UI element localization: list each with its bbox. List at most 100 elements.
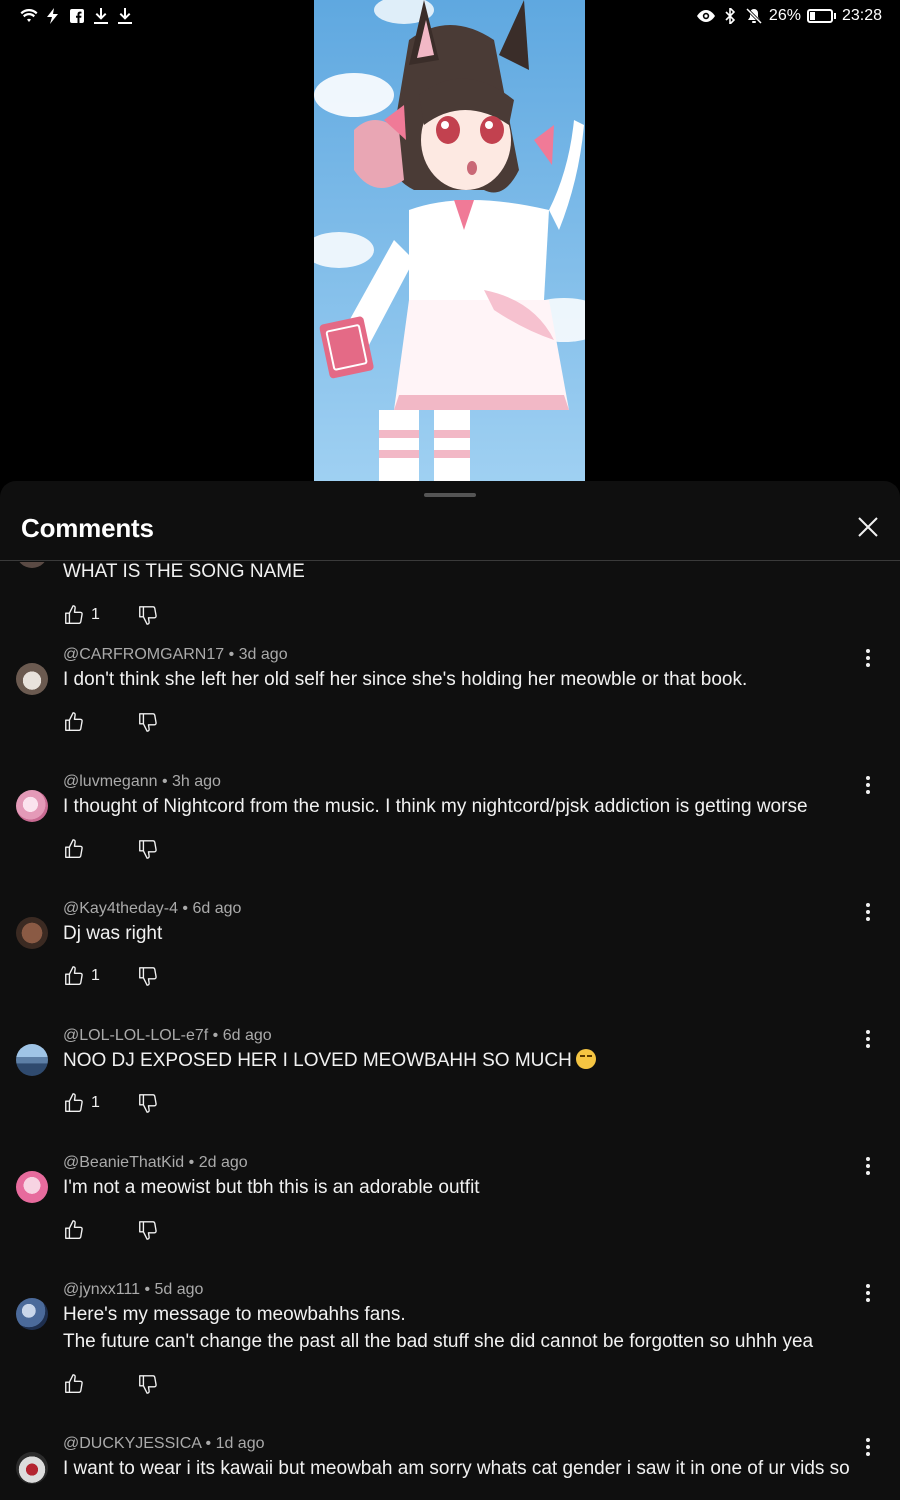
- comment-age: 1d ago: [215, 1435, 265, 1452]
- avatar[interactable]: [16, 1171, 48, 1203]
- comment-age: 6d ago: [222, 1027, 272, 1044]
- crying-face-emoji: [575, 1049, 596, 1069]
- comment-meta: @DUCKYJESSICA • 1d ago: [63, 1435, 265, 1452]
- comment-meta: @CARFROMGARN17 • 3d ago: [63, 646, 288, 663]
- comment-text: I want to wear i its kawaii but meowbah …: [63, 1458, 850, 1479]
- comment-text: Here's my message to meowbahhs fans.: [63, 1304, 406, 1325]
- close-icon: [858, 517, 878, 537]
- like-button[interactable]: [63, 711, 137, 733]
- download-icon: [116, 7, 134, 25]
- comment-author[interactable]: @LOL-LOL-LOL-e7f: [63, 1027, 208, 1044]
- thumbs-up-icon: [65, 712, 83, 731]
- battery-percent: 26%: [768, 7, 801, 24]
- avatar[interactable]: [16, 1298, 48, 1330]
- comment-age: 5d ago: [154, 1281, 204, 1298]
- status-right-icons: 26% 23:28: [696, 7, 882, 25]
- avatar[interactable]: [16, 1044, 48, 1076]
- like-button[interactable]: [63, 1219, 137, 1241]
- comment-actions: 1: [63, 603, 159, 627]
- comment: @BeanieThatKid • 2d ago I'm not a meowis…: [0, 1154, 900, 1295]
- dislike-button[interactable]: [137, 965, 159, 987]
- thumbs-up-icon: [65, 839, 83, 858]
- comment-text: I'm not a meowist but tbh this is an ado…: [63, 1177, 480, 1198]
- comment-author[interactable]: @luvmegann: [63, 773, 158, 790]
- facebook-icon: [68, 7, 86, 25]
- more-options-button[interactable]: [860, 1281, 876, 1305]
- avatar[interactable]: [16, 790, 48, 822]
- clock: 23:28: [841, 7, 882, 24]
- thumbs-down-icon: [139, 606, 157, 625]
- video-frame[interactable]: [314, 0, 585, 482]
- comment-author[interactable]: @Kay4theday-4: [63, 900, 178, 917]
- dislike-button[interactable]: [137, 604, 159, 626]
- comment-author[interactable]: @jynxx111: [63, 1281, 140, 1298]
- comment-meta: @Kay4theday-4 • 6d ago: [63, 900, 242, 917]
- more-options-button[interactable]: [860, 1027, 876, 1051]
- flash-icon: [44, 7, 62, 25]
- dislike-button[interactable]: [137, 838, 159, 860]
- avatar[interactable]: [16, 917, 48, 949]
- comment-author[interactable]: @BeanieThatKid: [63, 1154, 184, 1171]
- status-left-icons: [20, 7, 134, 25]
- comment-age: 6d ago: [192, 900, 242, 917]
- thumbs-down-icon: [139, 1221, 157, 1240]
- avatar[interactable]: [16, 663, 48, 695]
- like-button[interactable]: 1: [63, 604, 137, 626]
- more-options-button[interactable]: [860, 646, 876, 670]
- comment-text: I thought of Nightcord from the music. I…: [63, 796, 808, 817]
- thumbs-down-icon: [139, 713, 157, 732]
- thumbs-up-icon: [65, 1093, 83, 1112]
- close-button[interactable]: [856, 515, 880, 539]
- like-button[interactable]: 1: [63, 965, 137, 987]
- comments-header: Comments: [0, 481, 900, 561]
- comment-age: 2d ago: [198, 1154, 248, 1171]
- avatar[interactable]: [16, 562, 48, 568]
- more-options-button[interactable]: [860, 900, 876, 924]
- like-button[interactable]: [63, 838, 137, 860]
- comment: @jynxx111 • 5d ago Here's my message to …: [0, 1281, 900, 1449]
- download-icon: [92, 7, 110, 25]
- comment-meta: @LOL-LOL-LOL-e7f • 6d ago: [63, 1027, 272, 1044]
- comments-sheet: Comments WHAT IS THE SONG NAME 1 @CARFRO…: [0, 481, 900, 1500]
- like-button[interactable]: 1: [63, 1092, 137, 1114]
- comment: @luvmegann • 3h ago I thought of Nightco…: [0, 773, 900, 914]
- comment-actions: 1: [63, 964, 159, 988]
- comment-author[interactable]: @CARFROMGARN17: [63, 646, 224, 663]
- comment: @Kay4theday-4 • 6d ago Dj was right 1: [0, 900, 900, 1041]
- comment-actions: [63, 837, 159, 861]
- dislike-button[interactable]: [137, 711, 159, 733]
- comments-title: Comments: [21, 513, 154, 543]
- more-options-button[interactable]: [860, 773, 876, 797]
- comment-text: I don't think she left her old self her …: [63, 669, 748, 690]
- comment-author[interactable]: @DUCKYJESSICA: [63, 1435, 201, 1452]
- bell-muted-icon: [745, 7, 763, 25]
- comment-meta: @luvmegann • 3h ago: [63, 773, 221, 790]
- comment-list[interactable]: WHAT IS THE SONG NAME 1 @CARFROMGARN17 •…: [0, 562, 900, 1500]
- comment: @LOL-LOL-LOL-e7f • 6d ago NOO DJ EXPOSED…: [0, 1027, 900, 1168]
- dislike-button[interactable]: [137, 1092, 159, 1114]
- comment-text: NOO DJ EXPOSED HER I LOVED MEOWBAHH SO M…: [63, 1047, 596, 1074]
- comment: @DUCKYJESSICA • 1d ago I want to wear i …: [0, 1435, 900, 1500]
- thumbs-down-icon: [139, 1094, 157, 1113]
- wifi-icon: [20, 7, 38, 25]
- thumbs-up-icon: [65, 1220, 83, 1239]
- comment-meta: @jynxx111 • 5d ago: [63, 1281, 204, 1298]
- comment-actions: 1: [63, 1091, 159, 1115]
- comment-actions: [63, 710, 159, 734]
- video-player[interactable]: [0, 0, 900, 482]
- avatar[interactable]: [16, 1452, 48, 1484]
- comment-age: 3d ago: [238, 646, 288, 663]
- dislike-button[interactable]: [137, 1219, 159, 1241]
- like-button[interactable]: [63, 1373, 137, 1395]
- dislike-button[interactable]: [137, 1373, 159, 1395]
- comment-meta: @BeanieThatKid • 2d ago: [63, 1154, 248, 1171]
- video-thumbnail-illustration: [314, 0, 585, 482]
- status-bar: 26% 23:28: [0, 0, 900, 32]
- thumbs-up-icon: [65, 966, 83, 985]
- comment-actions: [63, 1218, 159, 1242]
- like-count: 1: [91, 1094, 100, 1111]
- thumbs-down-icon: [139, 967, 157, 986]
- more-options-button[interactable]: [860, 1154, 876, 1178]
- thumbs-down-icon: [139, 1375, 157, 1394]
- more-options-button[interactable]: [860, 1435, 876, 1459]
